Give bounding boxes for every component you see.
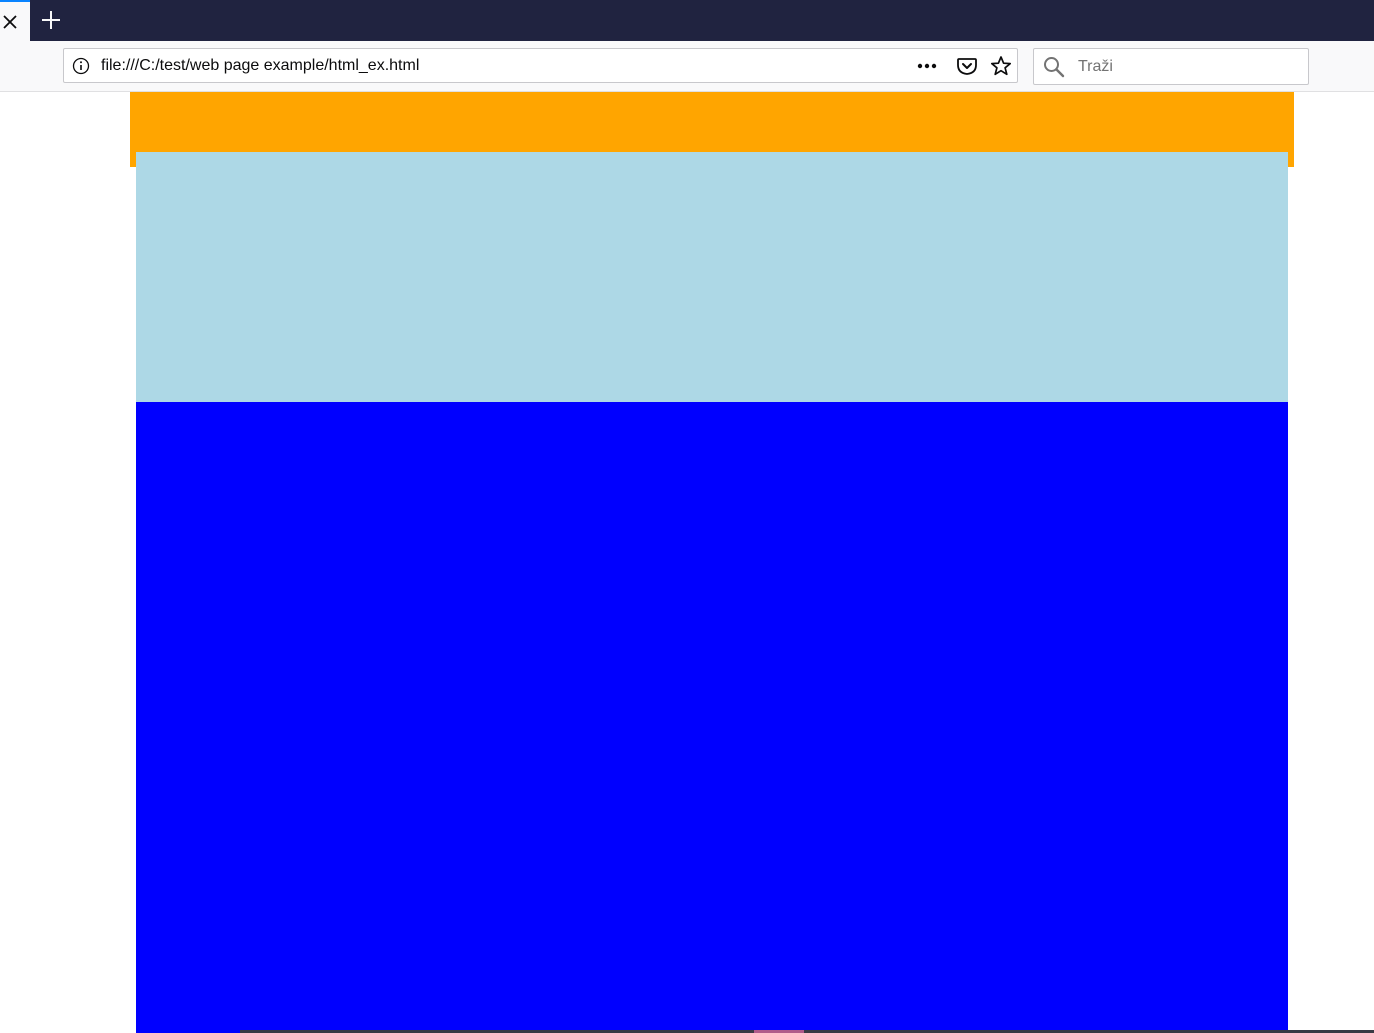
close-icon[interactable] bbox=[0, 8, 20, 36]
search-icon bbox=[1043, 56, 1065, 78]
navigation-toolbar: file:///C:/test/web page example/html_ex… bbox=[0, 41, 1374, 92]
info-icon[interactable] bbox=[72, 57, 90, 75]
url-text[interactable]: file:///C:/test/web page example/html_ex… bbox=[101, 49, 419, 82]
light-blue-section bbox=[136, 152, 1288, 402]
active-tab[interactable] bbox=[0, 0, 30, 41]
ellipsis-icon[interactable] bbox=[916, 55, 938, 77]
pocket-icon[interactable] bbox=[956, 55, 978, 77]
search-input[interactable]: Traži bbox=[1078, 49, 1113, 84]
plus-icon[interactable] bbox=[38, 7, 64, 33]
url-bar[interactable]: file:///C:/test/web page example/html_ex… bbox=[63, 48, 1018, 83]
search-bar[interactable]: Traži bbox=[1033, 48, 1309, 85]
tab-bar bbox=[0, 0, 1374, 41]
blue-section bbox=[136, 402, 1288, 1033]
page-content bbox=[0, 92, 1374, 1033]
star-icon[interactable] bbox=[990, 55, 1012, 77]
